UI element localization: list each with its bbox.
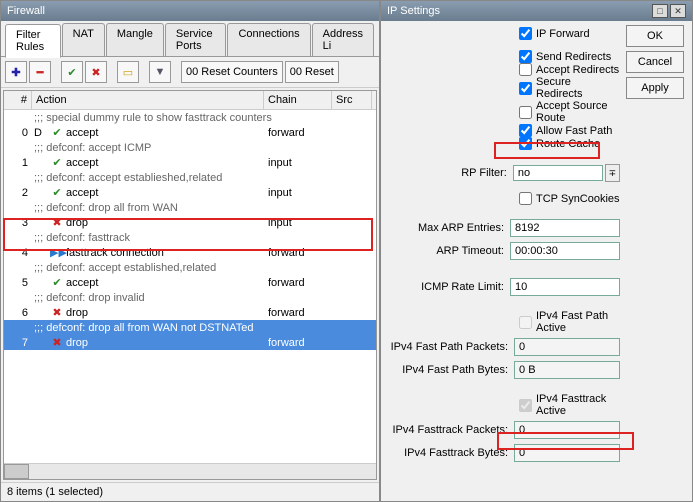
table-row[interactable]: 6✖dropforward — [4, 305, 376, 320]
close-icon[interactable]: ✕ — [670, 4, 686, 18]
col-chain[interactable]: Chain — [264, 91, 332, 109]
remove-button[interactable]: ━ — [29, 61, 51, 83]
label-icmp-rate: ICMP Rate Limit: — [389, 281, 510, 293]
max-arp-input[interactable] — [510, 219, 620, 237]
enable-button[interactable]: ✔ — [61, 61, 83, 83]
tab-mangle[interactable]: Mangle — [106, 23, 164, 56]
table-row[interactable]: 7✖dropforward — [4, 335, 376, 350]
label-rp-filter: RP Filter: — [389, 167, 513, 179]
check-secure-redirects[interactable]: Secure Redirects — [519, 76, 620, 100]
tab-service-ports[interactable]: Service Ports — [165, 23, 227, 56]
rp-filter-select[interactable]: no — [513, 165, 603, 181]
icmp-rate-input[interactable] — [510, 278, 620, 296]
table-row[interactable]: 3✖dropinput — [4, 215, 376, 230]
firewall-window: Firewall Filter Rules NAT Mangle Service… — [0, 0, 380, 502]
table-row[interactable]: 0D✔acceptforward — [4, 125, 376, 140]
table-row[interactable]: 4▶▶fasttrack connectionforward — [4, 245, 376, 260]
table-row[interactable]: ;;; defconf: accept establieshed,related — [4, 170, 376, 185]
tab-nat[interactable]: NAT — [62, 23, 105, 56]
table-header: # Action Chain Src — [4, 91, 376, 110]
check-route-cache[interactable]: Route Cache — [519, 137, 620, 150]
ip-titlebar: IP Settings □ ✕ — [381, 1, 692, 21]
apply-button[interactable]: Apply — [626, 77, 684, 99]
fp-packets-value: 0 — [514, 338, 620, 356]
table-row[interactable]: ;;; defconf: drop invalid — [4, 290, 376, 305]
h-scrollbar[interactable] — [4, 463, 376, 479]
check-allow-fast-path[interactable]: Allow Fast Path — [519, 124, 620, 137]
label-fp-bytes: IPv4 Fast Path Bytes: — [389, 364, 514, 376]
comment-button[interactable]: ▭ — [117, 61, 139, 83]
tab-address-lists[interactable]: Address Li — [312, 23, 374, 56]
disable-button[interactable]: ✖ — [85, 61, 107, 83]
arp-timeout-input[interactable] — [510, 242, 620, 260]
table-row[interactable]: ;;; defconf: drop all from WAN not DSTNA… — [4, 320, 376, 335]
table-row[interactable]: ;;; defconf: accept ICMP — [4, 140, 376, 155]
reset-all-button[interactable]: 00 Reset — [285, 61, 339, 83]
label-max-arp: Max ARP Entries: — [389, 222, 510, 234]
label-fp-packets: IPv4 Fast Path Packets: — [389, 341, 514, 353]
col-src[interactable]: Src — [332, 91, 372, 109]
table-row[interactable]: ;;; defconf: drop all from WAN — [4, 200, 376, 215]
rules-table: # Action Chain Src ;;; special dummy rul… — [3, 90, 377, 480]
table-body[interactable]: ;;; special dummy rule to show fasttrack… — [4, 110, 376, 463]
firewall-title: Firewall — [7, 5, 45, 17]
ip-title: IP Settings — [387, 5, 440, 17]
check-accept-redirects[interactable]: Accept Redirects — [519, 63, 620, 76]
dropdown-icon[interactable]: ∓ — [605, 164, 620, 182]
ip-settings-window: IP Settings □ ✕ IP Forward Send Redirect… — [380, 0, 693, 502]
label-ft-packets: IPv4 Fasttrack Packets: — [389, 424, 514, 436]
filter-button[interactable]: ▼ — [149, 61, 171, 83]
cancel-button[interactable]: Cancel — [626, 51, 684, 73]
col-num[interactable]: # — [4, 91, 32, 109]
help-icon[interactable]: □ — [652, 4, 668, 18]
table-row[interactable]: 5✔acceptforward — [4, 275, 376, 290]
check-ipv4-fasttrack-active: IPv4 Fasttrack Active — [519, 393, 620, 417]
add-button[interactable]: ✚ — [5, 61, 27, 83]
firewall-titlebar: Firewall — [1, 1, 379, 21]
statusbar: 8 items (1 selected) — [1, 482, 379, 501]
table-row[interactable]: 2✔acceptinput — [4, 185, 376, 200]
tab-filter-rules[interactable]: Filter Rules — [5, 24, 61, 58]
fp-bytes-value: 0 B — [514, 361, 620, 379]
label-arp-timeout: ARP Timeout: — [389, 245, 510, 257]
ok-button[interactable]: OK — [626, 25, 684, 47]
col-action[interactable]: Action — [32, 91, 264, 109]
table-row[interactable]: ;;; defconf: accept established,related — [4, 260, 376, 275]
tab-connections[interactable]: Connections — [227, 23, 310, 56]
check-ipv4-fast-path-active: IPv4 Fast Path Active — [519, 310, 620, 334]
label-ft-bytes: IPv4 Fasttrack Bytes: — [389, 447, 514, 459]
table-row[interactable]: 1✔acceptinput — [4, 155, 376, 170]
ft-bytes-value: 0 — [514, 444, 620, 462]
table-row[interactable]: ;;; special dummy rule to show fasttrack… — [4, 110, 376, 125]
firewall-toolbar: ✚ ━ ✔ ✖ ▭ ▼ 00 Reset Counters 00 Reset — [1, 57, 379, 88]
firewall-tabs: Filter Rules NAT Mangle Service Ports Co… — [1, 21, 379, 57]
check-accept-source-route[interactable]: Accept Source Route — [519, 100, 620, 124]
check-tcp-syncookies[interactable]: TCP SynCookies — [519, 192, 620, 205]
scroll-thumb[interactable] — [4, 464, 29, 479]
ft-packets-value: 0 — [514, 421, 620, 439]
dialog-buttons: OK Cancel Apply — [626, 25, 684, 99]
reset-counters-button[interactable]: 00 Reset Counters — [181, 61, 283, 83]
check-ip-forward[interactable]: IP Forward — [519, 27, 620, 40]
check-send-redirects[interactable]: Send Redirects — [519, 50, 620, 63]
table-row[interactable]: ;;; defconf: fasttrack — [4, 230, 376, 245]
